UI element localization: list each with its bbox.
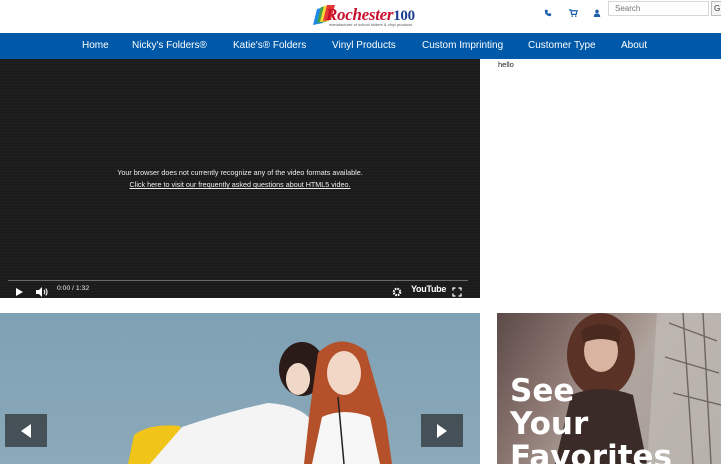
nav-item-katies-folders[interactable]: Katie's® Folders: [233, 40, 306, 51]
nav-item-vinyl-products[interactable]: Vinyl Products: [332, 40, 396, 51]
slider-next-button[interactable]: [421, 414, 463, 447]
play-icon[interactable]: [14, 284, 24, 302]
page: Rochester100 manufacturer of school fold…: [0, 0, 721, 464]
nav-item-about[interactable]: About: [621, 40, 647, 51]
sidebar-text: hello: [498, 60, 514, 69]
video-time: 0:00 / 1:32: [57, 285, 90, 292]
user-icon[interactable]: [590, 6, 604, 20]
search-button[interactable]: G: [711, 1, 721, 16]
youtube-logo[interactable]: YouTube: [411, 284, 446, 294]
fullscreen-icon[interactable]: [452, 284, 462, 302]
slider-photo: [128, 341, 392, 464]
video-error-message: Your browser does not currently recogniz…: [117, 168, 363, 177]
slider-prev-button[interactable]: [5, 414, 47, 447]
site-logo[interactable]: Rochester100 manufacturer of school fold…: [311, 1, 421, 28]
image-slider: [0, 313, 480, 464]
arrow-right-icon: [437, 423, 447, 438]
nav-item-custom-imprinting[interactable]: Custom Imprinting: [422, 40, 503, 51]
settings-icon[interactable]: [392, 284, 402, 302]
main-nav: Home Nicky's Folders® Katie's® Folders V…: [0, 33, 721, 59]
video-progress-bar[interactable]: [8, 280, 468, 281]
search-input[interactable]: [608, 1, 709, 16]
nav-item-customer-type[interactable]: Customer Type: [528, 40, 596, 51]
promo-headline: See Your Favorites: [510, 373, 672, 464]
cart-icon[interactable]: [566, 6, 580, 20]
phone-icon[interactable]: [541, 6, 555, 20]
video-player[interactable]: Your browser does not currently recogniz…: [0, 59, 480, 298]
volume-icon[interactable]: [36, 284, 49, 302]
site-header: Rochester100 manufacturer of school fold…: [0, 0, 721, 33]
nav-item-nickys-folders[interactable]: Nicky's Folders®: [132, 40, 207, 51]
logo-tagline: manufacturer of school folders & vinyl p…: [329, 22, 413, 27]
nav-item-home[interactable]: Home: [82, 40, 109, 51]
promo-banner[interactable]: See Your Favorites: [497, 313, 721, 464]
video-faq-link[interactable]: Click here to visit our frequently asked…: [0, 180, 480, 189]
arrow-left-icon: [21, 423, 31, 438]
